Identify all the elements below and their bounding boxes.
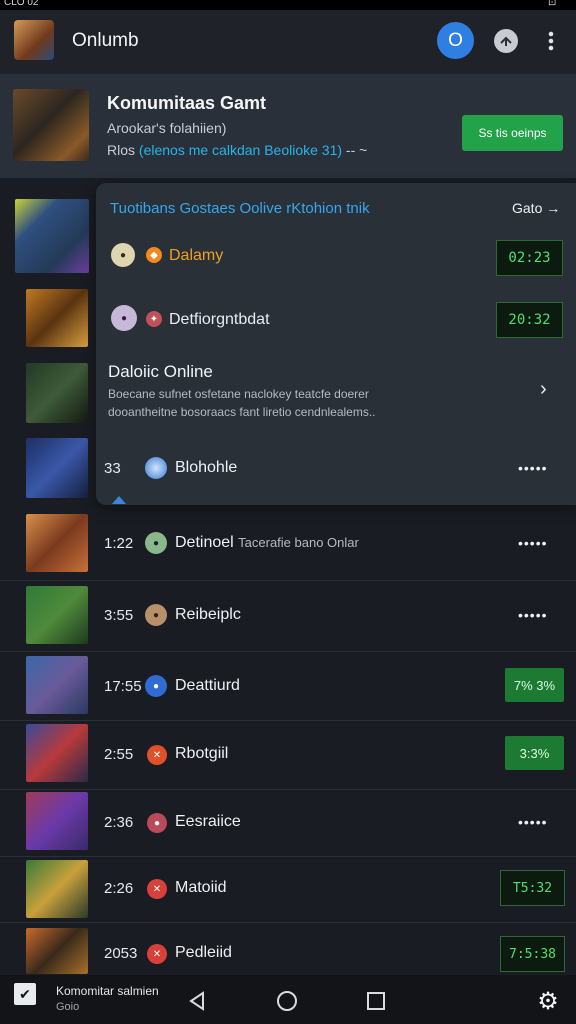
row-time: 2:55 <box>104 746 134 763</box>
rank-icon: ✕ <box>147 879 167 899</box>
recent-square-icon[interactable] <box>363 988 389 1014</box>
tag-prefix: Rlos <box>107 142 136 158</box>
gear-icon[interactable]: ⚙ <box>535 988 561 1015</box>
user-avatar: ● <box>145 604 167 626</box>
row-name[interactable]: Deattiurd <box>175 677 240 695</box>
timer-badge: 7:5:38 <box>500 936 565 972</box>
notification-title: Komomitar salmien <box>56 984 159 998</box>
divider <box>0 651 576 652</box>
avatar[interactable] <box>14 20 54 60</box>
row-name[interactable]: Pedleiid <box>175 944 232 962</box>
row-name[interactable]: Eesraiice <box>175 813 241 831</box>
back-triangle-icon[interactable] <box>184 988 210 1014</box>
rank-icon: ✕ <box>147 944 167 964</box>
rank-icon: ◆ <box>146 247 162 263</box>
share-icon[interactable] <box>494 29 518 53</box>
globe-icon <box>145 457 167 479</box>
rank-icon: ✦ <box>146 311 162 327</box>
divider <box>96 434 576 435</box>
game-thumbnail[interactable] <box>15 199 89 273</box>
game-thumbnail[interactable] <box>26 792 88 850</box>
row-time: 1:22 <box>104 535 134 552</box>
game-thumbnail[interactable] <box>26 860 88 918</box>
popover-row-name[interactable]: Dalamy <box>169 247 223 265</box>
featured-game-thumbnail[interactable] <box>13 89 89 161</box>
rank-icon: ● <box>145 675 167 697</box>
row-time: 17:55 <box>104 678 142 695</box>
featured-tagline: Rlos (elenos me calkdan Beolioke 31) -- … <box>107 142 367 158</box>
featured-title: Komumitaas Gamt <box>107 93 267 113</box>
featured-action-button[interactable]: Ss tis oeinps <box>462 115 563 151</box>
featured-subtitle: Arookar's folahiien) <box>107 120 227 136</box>
status-bar <box>0 0 576 10</box>
user-avatar: ● <box>145 532 167 554</box>
timer-badge: 02:23 <box>496 240 563 276</box>
online-description-2: dooantheitne bosoraacs fant liretio cend… <box>108 405 376 419</box>
tag-highlight[interactable]: (elenos me calkdan Beolioke 31) <box>139 142 342 158</box>
community-popover <box>96 183 576 505</box>
status-time: CLO 02 <box>4 0 39 8</box>
game-thumbnail[interactable] <box>26 656 88 714</box>
row-time: 33 <box>104 460 121 477</box>
divider <box>0 789 576 790</box>
more-options-icon[interactable]: ••••• <box>518 460 548 476</box>
profile-circle-button[interactable]: O <box>437 22 474 59</box>
rank-icon: ✕ <box>147 745 167 765</box>
timer-badge: T5:32 <box>500 870 565 906</box>
row-name-main: Detinoel <box>175 534 234 551</box>
app-title: Onlumb <box>72 30 139 51</box>
game-thumbnail[interactable] <box>26 514 88 572</box>
popover-row-name[interactable]: Detfiorgntbdat <box>169 311 270 329</box>
row-time: 2053 <box>104 945 138 962</box>
online-title[interactable]: Daloiic Online <box>108 362 213 382</box>
user-avatar: ● <box>111 305 137 331</box>
chevron-right-icon[interactable]: › <box>540 378 547 401</box>
row-name[interactable]: Rbotgiil <box>175 745 228 763</box>
game-thumbnail[interactable] <box>26 724 88 782</box>
score-badge: 3:3% <box>505 736 564 770</box>
game-thumbnail[interactable] <box>26 928 88 974</box>
row-name[interactable]: Blohohle <box>175 459 237 477</box>
online-description-1: Boecane sufnet osfetane naclokey teatcfe… <box>108 387 369 401</box>
notification-icon[interactable]: ✔ <box>14 983 36 1005</box>
more-options-icon[interactable]: ••••• <box>518 814 548 830</box>
notification-subtitle: Goio <box>56 1001 80 1013</box>
timer-badge: 20:32 <box>496 302 563 338</box>
game-thumbnail[interactable] <box>26 363 88 423</box>
popover-caret <box>112 496 126 504</box>
game-thumbnail[interactable] <box>26 289 88 347</box>
home-circle-icon[interactable] <box>274 988 300 1014</box>
divider <box>96 287 576 288</box>
game-thumbnail[interactable] <box>26 438 88 498</box>
divider <box>0 720 576 721</box>
row-name[interactable]: Matoiid <box>175 879 227 897</box>
row-time: 2:36 <box>104 814 134 831</box>
row-time: 2:26 <box>104 880 134 897</box>
rank-icon: ● <box>147 813 167 833</box>
row-name[interactable]: Reibeiplc <box>175 606 241 624</box>
row-name-sub: Tacerafie bano Onlar <box>238 535 359 550</box>
popover-go-link[interactable]: Gato → <box>512 200 560 216</box>
more-options-icon[interactable]: ••••• <box>518 607 548 623</box>
tag-suffix: -- ~ <box>345 142 368 158</box>
more-options-icon[interactable]: ••••• <box>518 535 548 551</box>
kebab-menu-icon[interactable] <box>540 26 562 56</box>
divider <box>0 580 576 581</box>
popover-title[interactable]: Tuotibans Gostaes Oolive rKtohion tnik <box>110 200 370 217</box>
score-badge: 7% 3% <box>505 668 564 702</box>
user-avatar: ● <box>111 243 135 267</box>
row-name[interactable]: Detinoel Tacerafie bano Onlar <box>175 534 359 552</box>
popover-go-label: Gato <box>512 200 543 216</box>
row-time: 3:55 <box>104 607 134 624</box>
game-thumbnail[interactable] <box>26 586 88 644</box>
divider <box>96 351 576 352</box>
divider <box>0 922 576 923</box>
arrow-right-icon: → <box>546 200 561 216</box>
divider <box>0 856 576 857</box>
status-icon: ⊡ <box>548 0 557 8</box>
